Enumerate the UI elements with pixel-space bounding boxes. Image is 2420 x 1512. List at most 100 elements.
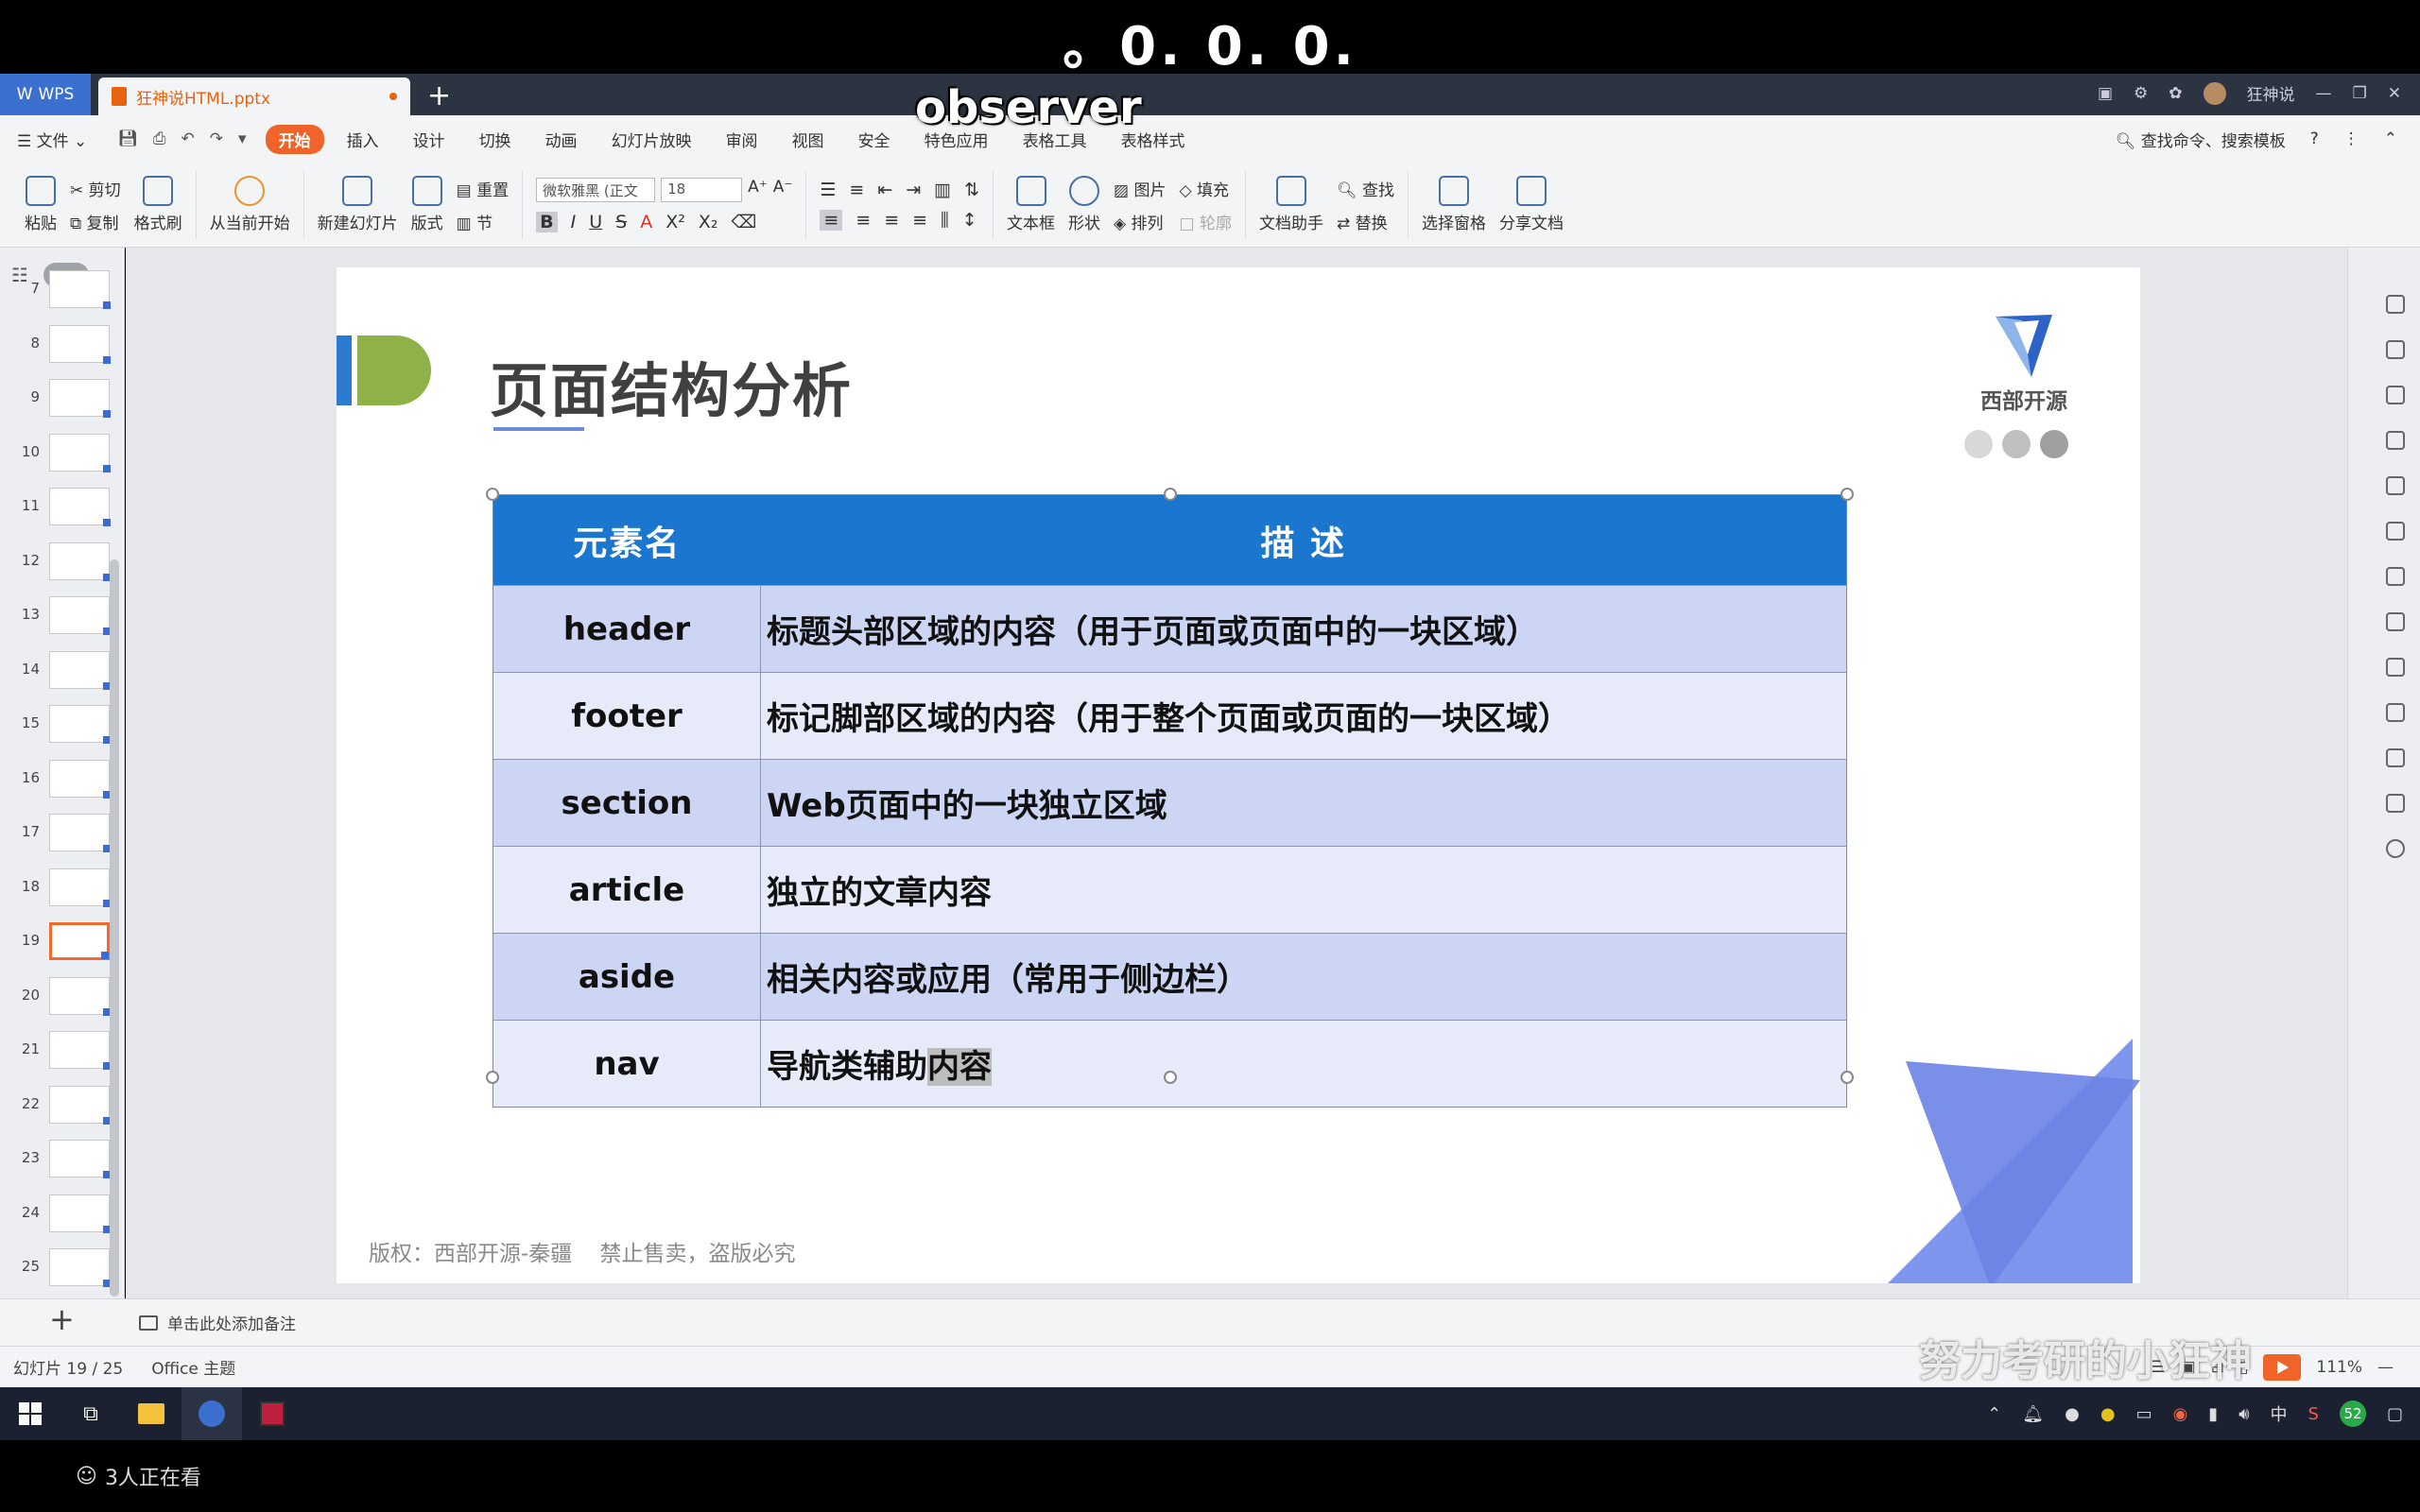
slide-thumbnail[interactable]: 11 [13,486,117,533]
slide-thumbnail[interactable]: 8 [13,323,117,370]
pin-icon[interactable] [2386,295,2405,314]
resize-handle[interactable] [1841,488,1854,501]
network-icon[interactable]: ▭ [2136,1404,2152,1424]
slide-thumbnail[interactable]: 19 [13,920,117,968]
slide-thumbnail[interactable]: 25 [13,1246,117,1294]
paste-button[interactable]: 粘贴 [25,176,57,233]
menu-tab-design[interactable]: 设计 [396,128,462,151]
record-icon[interactable]: ◉ [2173,1404,2188,1424]
wps-home-tab[interactable]: W WPS [0,74,91,115]
table-cell[interactable]: aside [493,933,761,1021]
table-cell[interactable]: 导航类辅助内容 [760,1020,1847,1108]
slide-thumbnail[interactable]: 17 [13,812,117,859]
resize-handle[interactable] [1164,488,1177,501]
zoom-out-icon[interactable]: — [2377,1358,2394,1377]
slide-thumbnail[interactable]: 23 [13,1138,117,1185]
slide-thumbnail[interactable]: 24 [13,1193,117,1240]
font-size-select[interactable]: 18 [661,177,743,202]
audio-icon[interactable] [2386,703,2405,722]
italic-icon[interactable]: I [571,212,577,232]
table-cell[interactable]: article [493,846,761,934]
object-icon[interactable] [2386,386,2405,404]
grow-font-icon[interactable]: A⁺ [748,178,768,202]
distribute-icon[interactable]: ⫼ [941,210,949,231]
qq-icon[interactable]: ● [2065,1404,2080,1424]
table-cell[interactable]: section [493,759,761,847]
slide-thumbnail[interactable]: 9 [13,377,117,424]
table-cell[interactable]: nav [493,1020,761,1108]
gift-icon[interactable]: ✿ [2169,84,2182,103]
file-menu[interactable]: ☰ 文件 ⌄ [0,128,104,151]
slide-thumbnail[interactable]: 10 [13,432,117,479]
table-cell[interactable]: 相关内容或应用（常用于侧边栏） [760,933,1847,1021]
skin-icon[interactable]: ⚙ [2134,84,2148,103]
export-icon[interactable] [2386,612,2405,631]
strikethrough-icon[interactable]: S [615,212,627,232]
align-center-icon[interactable]: ≡ [856,210,871,231]
task-view-button[interactable]: ⧉ [60,1387,121,1440]
slide-thumbnail[interactable]: 15 [13,703,117,750]
properties-icon[interactable] [2386,431,2405,450]
table-cell[interactable]: footer [493,672,761,760]
line-spacing-icon[interactable]: ↕ [962,210,977,231]
slide-thumbnail[interactable]: 7 [13,268,117,316]
new-tab-plus-icon[interactable]: + [427,79,451,112]
minimize-icon[interactable]: — [2316,84,2332,103]
find-button[interactable]: 🔍︎ 查找 [1337,177,1394,200]
collapse-ribbon-icon[interactable]: ⌃ [2384,129,2397,148]
ime-indicator[interactable]: 中 [2271,1401,2288,1426]
picture-button[interactable]: ▨ 图片 [1114,177,1166,200]
add-slide-icon[interactable]: + [49,1301,75,1337]
from-current-button[interactable]: 从当前开始 [210,176,290,233]
select-pane-button[interactable]: 选择窗格 [1422,176,1486,233]
menu-tab-insert[interactable]: 插入 [330,128,396,151]
copy-button[interactable]: ⧉ 复制 [70,210,121,233]
underline-icon[interactable]: U [589,212,602,232]
slide-thumbnail[interactable]: 12 [13,541,117,588]
slide-thumbnail[interactable]: 13 [13,594,117,642]
help-icon[interactable]: ? [2310,129,2319,148]
resize-handle[interactable] [486,1071,499,1084]
table-cell[interactable]: 独立的文章内容 [760,846,1847,934]
slide-thumbnail[interactable]: 14 [13,649,117,696]
align-right-icon[interactable]: ≡ [884,210,899,231]
table-cell[interactable]: 标题头部区域的内容（用于页面或页面中的一块区域） [760,585,1847,673]
slide-thumbnail[interactable]: 22 [13,1084,117,1131]
shape-style-icon[interactable] [2386,340,2405,359]
bold-icon[interactable]: B [536,211,558,232]
slide[interactable]: 页面结构分析 西部开源 元素名 描 述 header 标题头部区域的内容（用于页… [337,267,2140,1283]
action-center-icon[interactable]: ▢ [2387,1404,2403,1424]
reset-button[interactable]: ▤ 重置 [457,177,509,200]
align-left-icon[interactable]: ≡ [820,209,843,231]
history-icon[interactable] [2386,794,2405,813]
idea-taskbar-button[interactable] [242,1387,302,1440]
slide-title[interactable]: 页面结构分析 [490,343,853,428]
text-direction-icon[interactable]: ⇅ [964,180,979,200]
share-doc-button[interactable]: 分享文档 [1499,176,1564,233]
wps-taskbar-button[interactable] [182,1387,242,1440]
more-icon[interactable]: ⋮ [2343,129,2360,148]
resize-handle[interactable] [1841,1071,1854,1084]
table-header-cell[interactable]: 描 述 [760,494,1847,586]
resize-handle[interactable] [486,488,499,501]
security-icon[interactable]: ● [2100,1404,2116,1424]
resize-handle[interactable] [1164,1071,1177,1084]
avatar[interactable] [2203,81,2226,105]
notification-icon[interactable]: 🔔︎ [2022,1404,2044,1424]
replace-button[interactable]: ⇄ 替换 [1337,210,1394,233]
thumbnail-scrollbar[interactable] [110,559,119,1297]
volume-icon[interactable]: 🔊︎ [2238,1404,2249,1424]
tray-expand-icon[interactable]: ⌃ [1987,1404,2001,1424]
table-header-cell[interactable]: 元素名 [493,494,761,586]
slide-thumbnail[interactable]: 16 [13,758,117,805]
battery-icon[interactable]: ▮ [2208,1404,2218,1424]
sogou-icon[interactable]: S [2308,1404,2319,1424]
bullets-icon[interactable]: ☰ [820,180,836,200]
notes-placeholder[interactable]: 单击此处添加备注 [167,1311,296,1334]
new-slide-button[interactable]: 新建幻灯片 [318,176,398,233]
close-icon[interactable]: ✕ [2388,84,2401,103]
superscript-icon[interactable]: X² [666,212,685,232]
shape-button[interactable]: 形状 [1068,176,1100,233]
start-button[interactable] [0,1387,60,1440]
user-name[interactable]: 狂神说 [2247,81,2295,105]
